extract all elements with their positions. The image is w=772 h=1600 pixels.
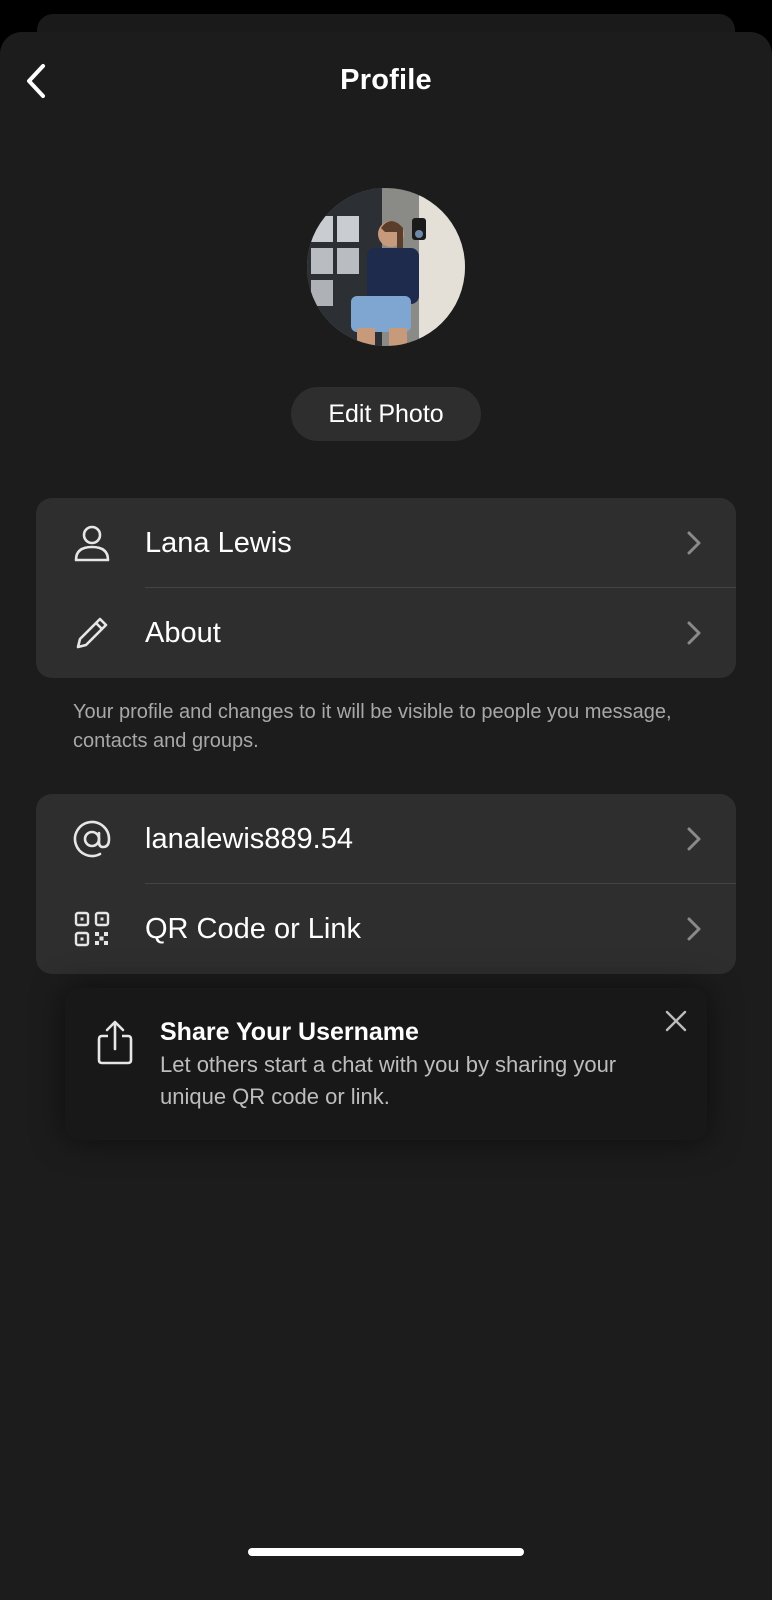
name-label: Lana Lewis <box>145 527 292 559</box>
pencil-icon <box>76 617 108 649</box>
username-label: lanalewis889.54 <box>145 823 353 855</box>
about-label: About <box>145 617 221 649</box>
avatar-photo <box>307 188 465 346</box>
person-icon <box>74 525 110 562</box>
home-indicator[interactable] <box>248 1548 524 1556</box>
qr-code-row[interactable]: QR Code or Link <box>36 884 736 974</box>
share-username-tip: Share Your Username Let others start a c… <box>65 988 707 1140</box>
profile-sheet: Profile Edit Photo Lana Lewis About Your… <box>0 32 772 1600</box>
chevron-right-icon <box>687 531 701 555</box>
chevron-right-icon <box>687 621 701 645</box>
at-sign-icon <box>73 820 111 858</box>
share-icon <box>97 1020 133 1065</box>
username-row[interactable]: lanalewis889.54 <box>36 794 736 884</box>
chevron-right-icon <box>687 917 701 941</box>
page-title: Profile <box>340 64 432 96</box>
close-icon <box>665 1010 687 1032</box>
profile-visibility-note: Your profile and changes to it will be v… <box>73 701 672 752</box>
qr-code-label: QR Code or Link <box>145 913 361 945</box>
about-row[interactable]: About <box>36 588 736 678</box>
name-row[interactable]: Lana Lewis <box>36 498 736 588</box>
close-tip-button[interactable] <box>659 1004 693 1038</box>
share-tip-description: Let others start a chat with you by shar… <box>160 1052 617 1109</box>
username-card: lanalewis889.54 QR Code or Link <box>36 794 736 974</box>
share-tip-title: Share Your Username <box>160 1018 419 1046</box>
edit-photo-button[interactable]: Edit Photo <box>291 387 481 441</box>
profile-info-card: Lana Lewis About <box>36 498 736 678</box>
qr-code-icon <box>74 911 110 947</box>
avatar[interactable] <box>307 188 465 346</box>
chevron-right-icon <box>687 827 701 851</box>
